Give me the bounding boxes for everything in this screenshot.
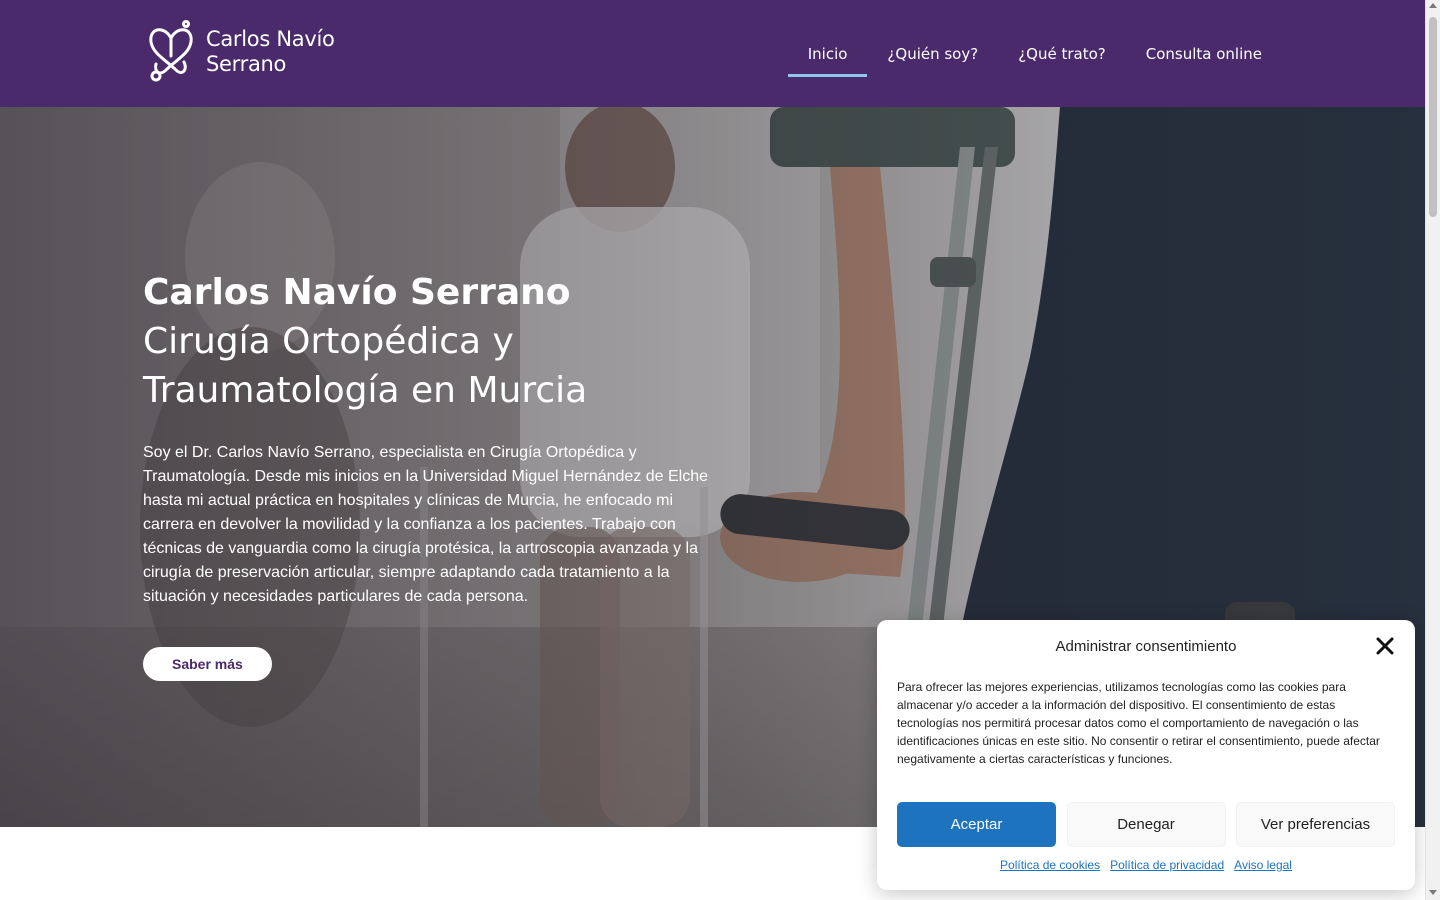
site-logo[interactable]: Carlos Navío Serrano: [146, 20, 335, 84]
saber-mas-button[interactable]: Saber más: [143, 647, 272, 681]
view-preferences-button[interactable]: Ver preferencias: [1236, 802, 1395, 847]
hero-subtitle-line-2: Traumatología en Murcia: [143, 370, 588, 411]
nav-quien-soy[interactable]: ¿Quién soy?: [867, 0, 998, 107]
logo-text: Carlos Navío Serrano: [206, 27, 335, 77]
vertical-scrollbar[interactable]: [1425, 0, 1440, 900]
consent-body: Para ofrecer las mejores experiencias, u…: [897, 680, 1380, 766]
accept-button[interactable]: Aceptar: [897, 802, 1056, 847]
close-icon[interactable]: [1375, 636, 1395, 656]
scrollbar-thumb[interactable]: [1429, 17, 1437, 217]
site-header: Carlos Navío Serrano Inicio ¿Quién soy? …: [0, 0, 1425, 107]
hero-content: Carlos Navío Serrano Cirugía Ortopédica …: [143, 269, 713, 681]
nav-que-trato[interactable]: ¿Qué trato?: [998, 0, 1126, 107]
hero-title: Carlos Navío Serrano: [143, 272, 571, 313]
logo-line-1: Carlos Navío: [206, 27, 335, 51]
scroll-down-arrow-icon[interactable]: [1429, 890, 1437, 895]
cookie-policy-link[interactable]: Política de cookies: [1000, 858, 1100, 872]
consent-title: Administrar consentimiento: [1055, 638, 1237, 655]
hero-subtitle-line-1: Cirugía Ortopédica y: [143, 321, 514, 362]
cookie-consent-dialog: Administrar consentimiento Para ofrecer …: [877, 620, 1415, 890]
nav-inicio[interactable]: Inicio: [787, 0, 868, 107]
hero-description: Soy el Dr. Carlos Navío Serrano, especia…: [143, 444, 709, 605]
stethoscope-heart-logo-icon: [149, 20, 193, 82]
logo-line-2: Serrano: [206, 52, 287, 76]
consent-buttons: Aceptar Denegar Ver preferencias: [897, 802, 1395, 847]
hero-subtitle: Cirugía Ortopédica y Traumatología en Mu…: [143, 317, 713, 415]
main-nav: Inicio ¿Quién soy? ¿Qué trato? Consulta …: [787, 0, 1282, 107]
privacy-policy-link[interactable]: Política de privacidad: [1110, 858, 1224, 872]
scroll-up-arrow-icon[interactable]: [1429, 3, 1437, 8]
deny-button[interactable]: Denegar: [1066, 802, 1226, 847]
nav-consulta-online[interactable]: Consulta online: [1126, 0, 1282, 107]
page: Carlos Navío Serrano Inicio ¿Quién soy? …: [0, 0, 1425, 900]
legal-notice-link[interactable]: Aviso legal: [1234, 858, 1292, 872]
consent-links: Política de cookies Política de privacid…: [877, 858, 1415, 872]
